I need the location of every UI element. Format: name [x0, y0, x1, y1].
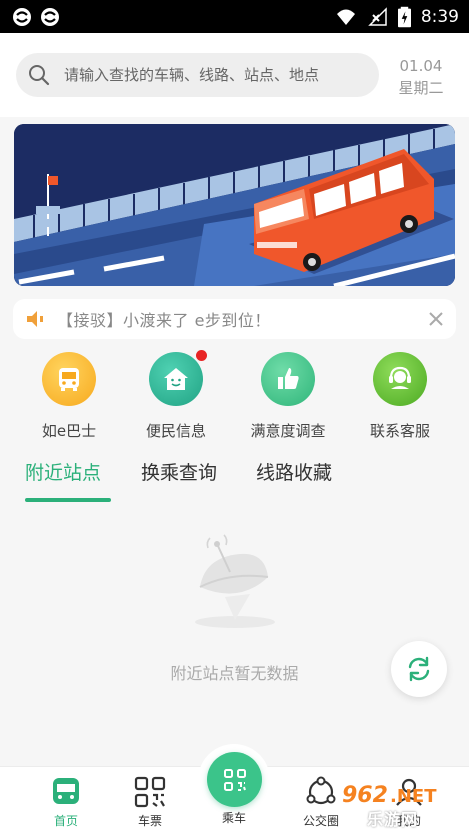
- nav-label: 首页: [53, 814, 78, 828]
- nav-home[interactable]: 首页: [31, 775, 101, 829]
- tab-label: 线路收藏: [256, 462, 333, 484]
- notice-bar[interactable]: 【接驳】小渡来了 e步到位！: [13, 299, 456, 339]
- ride-label: 乘车: [221, 811, 246, 825]
- search-input[interactable]: [64, 66, 354, 84]
- nav-label: 车票: [137, 814, 162, 828]
- date-display: 01.04 星期二: [389, 55, 453, 99]
- banner-illustration: [14, 124, 455, 286]
- quick-item-info[interactable]: 便民信息: [121, 350, 231, 441]
- sync-icon: [13, 7, 31, 26]
- quick-item-service[interactable]: 联系客服: [345, 350, 455, 441]
- header: 01.04 星期二: [0, 33, 469, 117]
- tab-transfer-query[interactable]: 换乘查询: [141, 458, 227, 504]
- bus-icon: [42, 352, 96, 406]
- tab-bar: 附近站点 换乘查询 线路收藏: [0, 458, 469, 504]
- tab-label: 附近站点: [25, 462, 102, 484]
- quick-menu: 如e巴士 便民信息 满意度调查 联系客服: [0, 350, 469, 445]
- notification-badge: [196, 350, 207, 361]
- headset-icon: [373, 352, 427, 406]
- search-box[interactable]: [16, 53, 379, 97]
- quick-item-ebus[interactable]: 如e巴士: [14, 350, 124, 441]
- close-icon[interactable]: [428, 311, 444, 327]
- qr-code-icon: [134, 776, 166, 808]
- speaker-icon: [27, 311, 43, 327]
- scan-icon: [223, 768, 246, 791]
- tab-nearby-stops[interactable]: 附近站点: [25, 458, 111, 504]
- satellite-dish-icon: [195, 534, 275, 628]
- home-icon: [149, 350, 207, 406]
- svg-text:.NET: .NET: [390, 786, 437, 807]
- status-bar: 8:39: [0, 0, 469, 33]
- weekday-label: 星期二: [398, 79, 444, 97]
- quick-item-label: 满意度调查: [250, 422, 326, 440]
- tab-active-indicator: [25, 498, 111, 502]
- sync-icon: [41, 7, 59, 26]
- tab-route-favorites[interactable]: 线路收藏: [256, 458, 342, 504]
- notice-text: 【接驳】小渡来了 e步到位！: [57, 311, 271, 330]
- banner-carousel[interactable]: [14, 124, 455, 286]
- ride-button[interactable]: [207, 752, 262, 807]
- watermark-subtitle: 乐游网: [367, 810, 419, 829]
- quick-item-label: 便民信息: [145, 422, 206, 440]
- status-right: 8:39: [334, 6, 459, 28]
- no-signal-icon: [368, 6, 387, 26]
- quick-item-label: 联系客服: [369, 422, 430, 440]
- search-icon: [29, 65, 50, 86]
- nav-tickets[interactable]: 车票: [115, 775, 185, 829]
- status-time: 8:39: [420, 6, 459, 27]
- home-bus-icon: [53, 778, 79, 804]
- refresh-button[interactable]: [391, 641, 447, 697]
- status-left: [12, 7, 60, 27]
- thumbs-up-icon: [261, 352, 315, 406]
- tab-label: 换乘查询: [141, 462, 218, 484]
- wifi-icon: [336, 9, 355, 25]
- quick-item-label: 如e巴士: [41, 422, 97, 440]
- svg-text:962: 962: [342, 783, 388, 808]
- refresh-icon: [408, 656, 430, 682]
- battery-charging-icon: [397, 6, 411, 27]
- quick-item-survey[interactable]: 满意度调查: [233, 350, 343, 441]
- date-label: 01.04: [399, 57, 443, 75]
